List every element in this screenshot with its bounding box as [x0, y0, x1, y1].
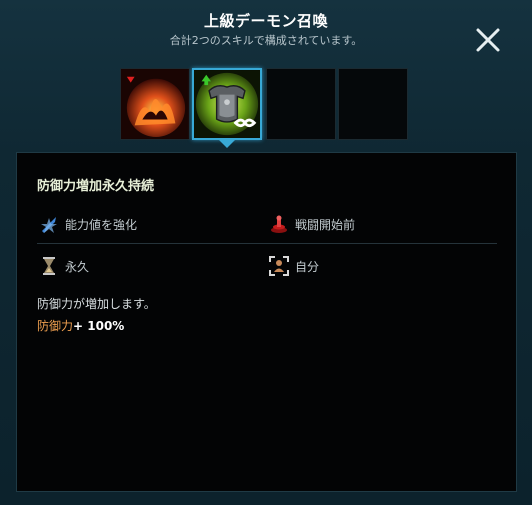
skill-slot-3-empty[interactable] [266, 68, 336, 140]
effect-value: + 100% [73, 319, 125, 333]
close-icon [476, 28, 500, 52]
skill-name: 防御力増加永久持続 [37, 179, 155, 194]
skill-slot-1[interactable] [120, 68, 190, 140]
selection-pointer [219, 140, 235, 148]
skill-timing-label: 戦闘開始前 [295, 217, 356, 232]
skill-slot-2[interactable] [192, 68, 262, 140]
popup-title: 上級デーモン召喚 [203, 12, 328, 30]
skill-duration-label: 永久 [65, 259, 90, 274]
close-button[interactable] [470, 22, 506, 58]
skill-target-label: 自分 [295, 259, 320, 274]
self-target-icon [269, 256, 289, 276]
demon-fire-icon [121, 69, 189, 139]
hourglass-icon [39, 256, 59, 276]
skill-popup: 上級デーモン召喚 合計2つのスキルで構成されています。 防御力増加永久持続 能力… [0, 0, 532, 505]
skill-slot-4-empty[interactable] [338, 68, 408, 140]
skill-type-label: 能力値を強化 [65, 217, 138, 232]
popup-subtitle: 合計2つのスキルで構成されています。 [169, 34, 363, 47]
skill-target: 自分 [269, 255, 319, 277]
stat-boost-icon [39, 214, 59, 234]
skill-type: 能力値を強化 [39, 213, 137, 235]
divider [37, 243, 497, 244]
armor-buff-icon [194, 70, 260, 138]
battle-start-icon [269, 214, 289, 234]
popup-header: 上級デーモン召喚 合計2つのスキルで構成されています。 [0, 10, 532, 50]
skill-slot-row [120, 68, 412, 140]
skill-description: 防御力が増加します。 [37, 297, 156, 311]
skill-detail-panel: 防御力増加永久持続 能力値を強化 戦闘開始前 永久 自分 防御力が増加します。 … [16, 152, 517, 492]
skill-timing: 戦闘開始前 [269, 213, 355, 235]
skill-effect: 防御力+ 100% [37, 317, 124, 334]
effect-name: 防御力 [37, 319, 74, 333]
skill-duration: 永久 [39, 255, 89, 277]
